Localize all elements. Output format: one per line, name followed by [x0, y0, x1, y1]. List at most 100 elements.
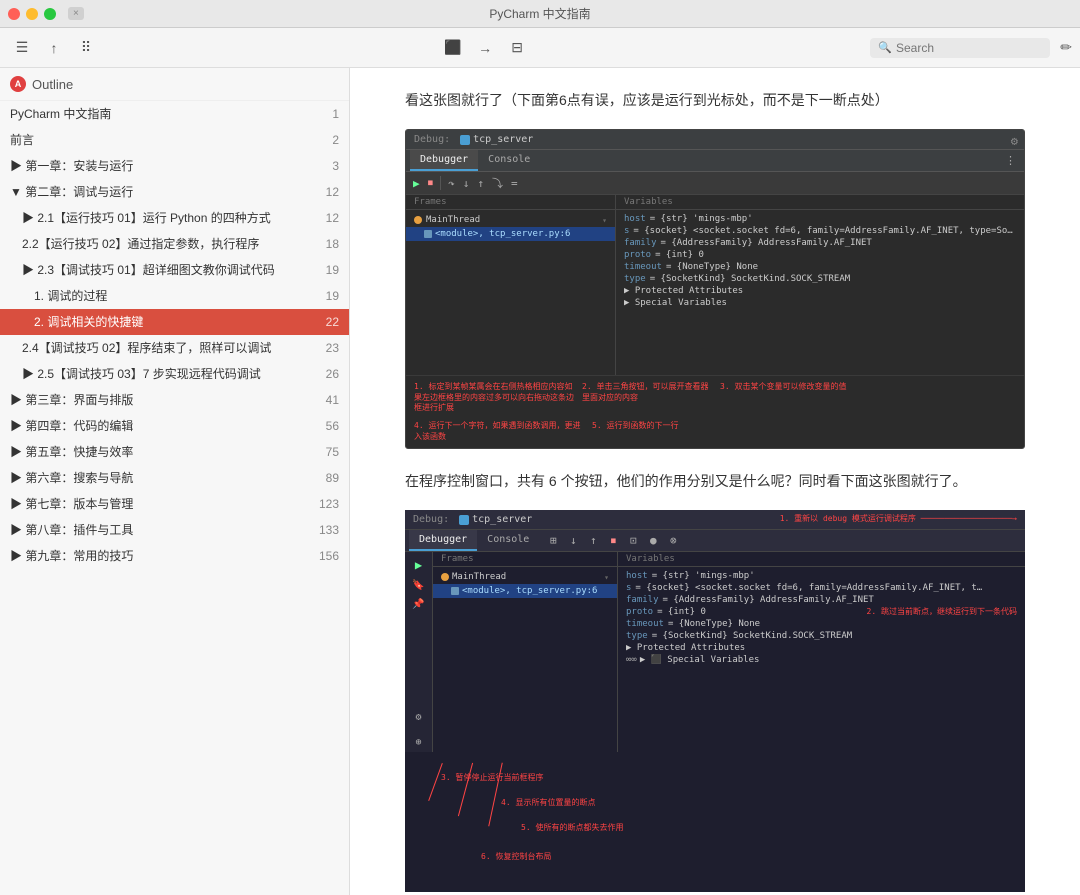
- debug1-step-out-btn[interactable]: ↑: [474, 176, 487, 191]
- debug2-btn7[interactable]: ⊗: [665, 533, 681, 549]
- debug2-annot3: 3. 暂停停止运行当前框程序: [441, 772, 1017, 783]
- main-layout: A Outline PyCharm 中文指南 1 前言 2 ▶ 第一章：安装与运…: [0, 68, 1080, 895]
- window-title: PyCharm 中文指南: [489, 5, 590, 22]
- debug2-module-label: <module>, tcp_server.py:6: [462, 586, 597, 596]
- nav-num-0: 1: [311, 107, 339, 121]
- nav-label-1: 前言: [10, 131, 311, 149]
- nav-item-10[interactable]: ▶ 2.5【调试技巧 03】7 步实现远程代码调试 26: [0, 361, 349, 387]
- var-type: type= {SocketKind} SocketKind.SOCK_STREA…: [620, 273, 1020, 285]
- frame-module[interactable]: <module>, tcp_server.py:6: [406, 227, 615, 241]
- grid-button[interactable]: ⠿: [72, 34, 100, 62]
- nav-item-15[interactable]: ▶ 第七章：版本与管理 123: [0, 491, 349, 517]
- nav-item-11[interactable]: ▶ 第三章：界面与排版 41: [0, 387, 349, 413]
- search-input[interactable]: [896, 41, 1036, 55]
- traffic-lights: [8, 8, 56, 20]
- share-button[interactable]: ↑: [40, 34, 68, 62]
- debug2-btn4[interactable]: ⏹: [605, 533, 621, 549]
- nav-back-button[interactable]: ⬛: [439, 34, 467, 62]
- nav-item-13[interactable]: ▶ 第五章：快捷与效率 75: [0, 439, 349, 465]
- nav-item-2[interactable]: ▶ 第一章：安装与运行 3: [0, 153, 349, 179]
- nav-item-7[interactable]: 1. 调试的过程 19: [0, 283, 349, 309]
- debug1-eval-btn[interactable]: =: [508, 176, 521, 191]
- debug2-annot5: 5. 使所有的断点都失去作用: [521, 822, 1017, 833]
- search-icon: 🔍: [878, 41, 892, 54]
- nav-label-14: ▶ 第六章：搜索与导航: [10, 469, 311, 487]
- debug2-thread-label: MainThread: [452, 572, 506, 582]
- nav-num-9: 23: [311, 341, 339, 355]
- nav-item-8[interactable]: 2. 调试相关的快捷键 22: [0, 309, 349, 335]
- var-protected: ▶ Protected Attributes: [620, 285, 1020, 297]
- nav-split-button[interactable]: ⊟: [503, 34, 531, 62]
- debug1-run-cursor-btn[interactable]: ⤵: [489, 174, 506, 192]
- debug-screenshot-2: Debug: tcp_server 1. 重新以 debug 模式运行调试程序 …: [405, 510, 1025, 892]
- debug2-bookmark-icon[interactable]: 🔖: [412, 580, 424, 591]
- debug2-vars-hdr: Variables: [618, 552, 1025, 567]
- debug2-tab-console[interactable]: Console: [477, 530, 539, 551]
- debug1-tab-debugger[interactable]: Debugger: [410, 150, 478, 171]
- debug2-main-thread[interactable]: MainThread ▾: [433, 570, 617, 584]
- minimize-button[interactable]: [26, 8, 38, 20]
- nav-item-6[interactable]: ▶ 2.3【调试技巧 01】超详细图文教你调试代码 19: [0, 257, 349, 283]
- nav-label-4: ▶ 2.1【运行技巧 01】运行 Python 的四种方式: [22, 209, 311, 227]
- nav-item-1[interactable]: 前言 2: [0, 127, 349, 153]
- debug2-btn3[interactable]: ↑: [585, 533, 601, 549]
- var-host: host= {str} 'mings-mbp': [620, 213, 1020, 225]
- content-area[interactable]: 看这张图就行了（下面第6点有误，应该是运行到光标处，而不是下一断点处） Debu…: [350, 68, 1080, 895]
- var-proto: proto= {int} 0: [620, 249, 1020, 261]
- vars-header: Variables: [616, 195, 1024, 210]
- close-button[interactable]: [8, 8, 20, 20]
- nav-item-12[interactable]: ▶ 第四章：代码的编辑 56: [0, 413, 349, 439]
- debug1-resume-btn[interactable]: ▶: [410, 176, 423, 191]
- debug2-btn1[interactable]: ⊞: [545, 533, 561, 549]
- debug1-settings-icon[interactable]: ⋮: [1005, 154, 1016, 167]
- debug1-step-over-btn[interactable]: ↷: [445, 176, 458, 191]
- debug-screenshot-1: Debug: tcp_server ⚙ Debugger Console ⋮: [405, 129, 1025, 449]
- nav-item-0[interactable]: PyCharm 中文指南 1: [0, 101, 349, 127]
- debug1-stop-btn[interactable]: ⏹: [425, 175, 437, 191]
- debug2-btn5[interactable]: ⊡: [625, 533, 641, 549]
- debug2-settings-icon2[interactable]: ⚙: [415, 712, 421, 723]
- debug2-frames-hdr: Frames: [433, 552, 617, 567]
- nav-item-14[interactable]: ▶ 第六章：搜索与导航 89: [0, 465, 349, 491]
- frames-header: Frames: [406, 195, 615, 210]
- tab-close-button[interactable]: ×: [68, 7, 84, 20]
- edit-button[interactable]: ✏: [1060, 39, 1072, 56]
- nav-label-3: ▼ 第二章：调试与运行: [10, 183, 311, 201]
- nav-label-17: ▶ 第九章：常用的技巧: [10, 547, 311, 565]
- nav-item-17[interactable]: ▶ 第九章：常用的技巧 156: [0, 543, 349, 569]
- title-bar: PyCharm 中文指南 ×: [0, 0, 1080, 28]
- debug2-annot4: 4. 显示所有位置量的断点: [501, 797, 1017, 808]
- frame-main-thread[interactable]: MainThread ▾: [406, 213, 615, 227]
- debug2-btn2[interactable]: ↓: [565, 533, 581, 549]
- nav-label-12: ▶ 第四章：代码的编辑: [10, 417, 311, 435]
- debug1-step-into-btn[interactable]: ↓: [460, 176, 473, 191]
- debug2-pin-icon[interactable]: 📌: [412, 599, 424, 610]
- debug2-var-type: type= {SocketKind} SocketKind.SOCK_STREA…: [622, 630, 1021, 642]
- annot1-1: 1. 标定到某帧某属会在右侧热格相应内容如果左边框格里的内容过多可以向右拖动这条…: [414, 382, 574, 413]
- debug2-tab-debugger[interactable]: Debugger: [409, 530, 477, 551]
- debug2-var-family: family= {AddressFamily} AddressFamily.AF…: [622, 594, 1021, 606]
- debug2-expand-icon[interactable]: ⊕: [415, 737, 421, 748]
- para1: 看这张图就行了（下面第6点有误，应该是运行到光标处，而不是下一断点处）: [405, 88, 1025, 113]
- nav-item-3[interactable]: ▼ 第二章：调试与运行 12: [0, 179, 349, 205]
- maximize-button[interactable]: [44, 8, 56, 20]
- debug2-var-timeout: timeout= {NoneType} None: [622, 618, 1021, 630]
- debug2-module-frame[interactable]: <module>, tcp_server.py:6: [433, 584, 617, 598]
- nav-label-13: ▶ 第五章：快捷与效率: [10, 443, 311, 461]
- nav-num-11: 41: [311, 393, 339, 407]
- nav-item-16[interactable]: ▶ 第八章：插件与工具 133: [0, 517, 349, 543]
- sidebar-toggle-button[interactable]: ☰: [8, 34, 36, 62]
- nav-num-14: 89: [311, 471, 339, 485]
- para2: 在程序控制窗口，共有 6 个按钮，他们的作用分别又是什么呢？同时看下面这张图就行…: [405, 469, 1025, 494]
- debug2-var-special: ∞∞ ▶ ⬛ Special Variables: [622, 654, 1021, 666]
- nav-label-0: PyCharm 中文指南: [10, 105, 311, 123]
- nav-item-4[interactable]: ▶ 2.1【运行技巧 01】运行 Python 的四种方式 12: [0, 205, 349, 231]
- nav-item-5[interactable]: 2.2【运行技巧 02】通过指定参数，执行程序 18: [0, 231, 349, 257]
- debug2-btn6[interactable]: ●: [645, 533, 661, 549]
- nav-item-9[interactable]: 2.4【调试技巧 02】程序结束了，照样可以调试 23: [0, 335, 349, 361]
- debug2-var-protected: ▶ Protected Attributes: [622, 642, 1021, 654]
- nav-forward-button[interactable]: →: [471, 34, 499, 62]
- nav-num-12: 56: [311, 419, 339, 433]
- debug1-tab-console[interactable]: Console: [478, 150, 540, 171]
- debug2-play-icon[interactable]: ▶: [415, 558, 422, 572]
